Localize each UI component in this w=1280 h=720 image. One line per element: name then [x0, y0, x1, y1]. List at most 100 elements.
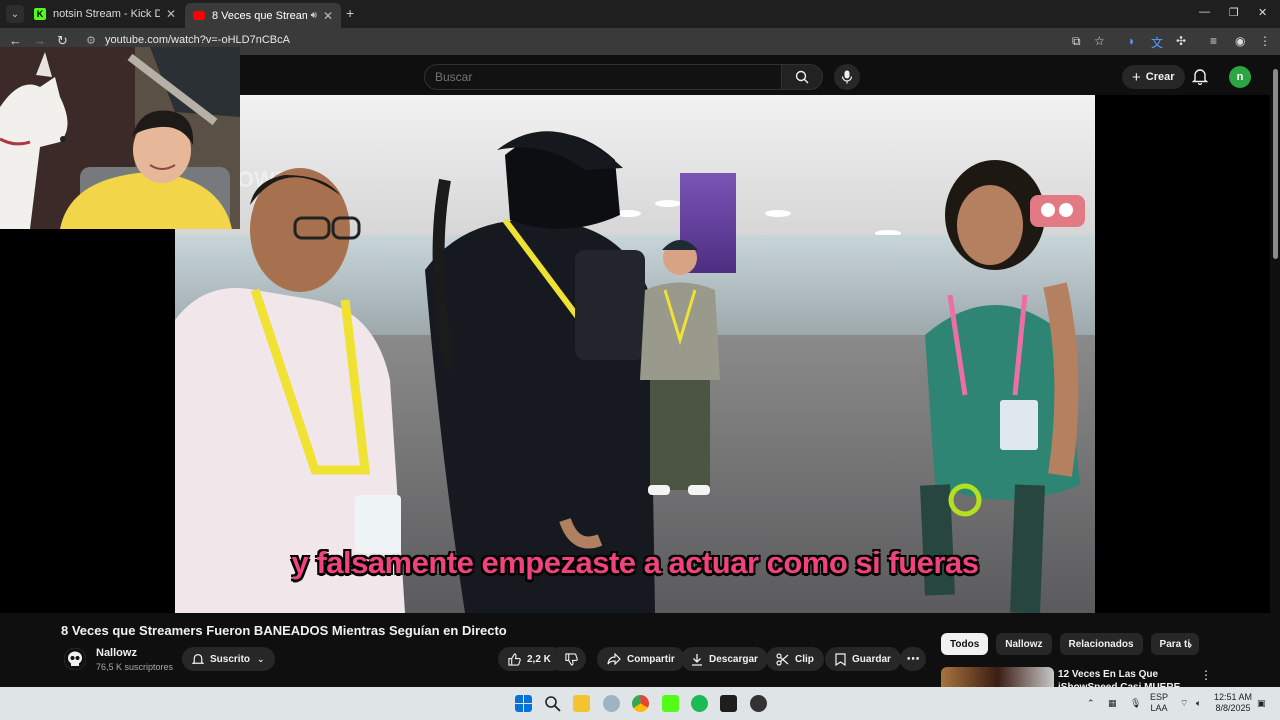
save-button[interactable]: Guardar: [825, 647, 901, 671]
more-horizontal-icon: ⋯: [906, 651, 920, 666]
bookmark-icon: [835, 652, 846, 666]
subscribed-label: Suscrito: [210, 653, 251, 665]
related-chips: Todos Nallowz Relacionados Para ti: [941, 633, 1207, 655]
site-info-icon[interactable]: ⚙: [86, 34, 96, 47]
language-code: ESP: [1150, 692, 1169, 702]
close-window-icon[interactable]: ✕: [1258, 6, 1267, 19]
search-icon: [795, 70, 809, 84]
webcam-overlay: [0, 47, 240, 229]
tab-search-button[interactable]: ⌄: [6, 5, 24, 23]
forward-icon[interactable]: →: [33, 33, 46, 48]
kick-icon: K: [34, 8, 46, 20]
tray-overflow-icon[interactable]: ⌃: [1087, 698, 1095, 709]
volume-icon[interactable]: 🔈︎: [1196, 698, 1201, 709]
create-button[interactable]: + Crear: [1122, 65, 1185, 89]
voice-search-button[interactable]: [834, 64, 860, 90]
tab-youtube-video[interactable]: 8 Veces que Streamers Fuer 🔊︎ ✕: [185, 3, 341, 28]
back-icon[interactable]: ←: [9, 33, 22, 48]
bookmark-star-icon[interactable]: ☆: [1094, 34, 1105, 48]
subscriber-count: 76,5 K suscriptores: [96, 662, 174, 672]
close-tab-icon[interactable]: ✕: [166, 7, 176, 21]
share-button[interactable]: Compartir: [597, 647, 685, 671]
thumbs-up-icon: [508, 652, 521, 666]
search-icon[interactable]: [544, 695, 561, 712]
create-label: Crear: [1145, 71, 1175, 83]
notifications-bell-icon[interactable]: [1192, 68, 1208, 85]
dislike-button[interactable]: [557, 647, 586, 671]
kick-app-icon[interactable]: [662, 695, 679, 712]
tray-microphone-icon[interactable]: 🎙︎: [1130, 698, 1141, 709]
video-frame[interactable]: OWZ y falsamente empezaste a actuar como…: [175, 95, 1095, 613]
thumbs-down-icon: [565, 652, 578, 666]
scissors-icon: [776, 652, 789, 666]
save-label: Guardar: [852, 653, 891, 665]
obs-icon[interactable]: [750, 695, 767, 712]
wifi-icon[interactable]: ⌔: [1180, 698, 1188, 709]
video-title: 8 Veces que Streamers Fueron BANEADOS Mi…: [61, 623, 507, 638]
url-text: youtube.com/watch?v=-oHLD7nCBcA: [105, 34, 290, 46]
like-button[interactable]: 2,2 K: [498, 647, 563, 671]
browser-menu-icon[interactable]: ⋮: [1259, 34, 1271, 48]
clock-time: 12:51 AM: [1214, 692, 1253, 702]
speaker-icon[interactable]: 🔊︎: [311, 10, 317, 21]
minimize-icon[interactable]: —: [1199, 6, 1210, 18]
reading-list-icon[interactable]: ≡: [1210, 34, 1217, 48]
account-avatar[interactable]: n: [1229, 66, 1251, 88]
plus-icon: +: [1132, 68, 1141, 86]
scrollbar-thumb[interactable]: [1273, 69, 1278, 259]
clip-button[interactable]: Clip: [766, 647, 824, 671]
share-label: Compartir: [627, 653, 675, 665]
clock[interactable]: 12:51 AM 8/8/2025: [1214, 692, 1252, 714]
close-tab-icon[interactable]: ✕: [323, 9, 333, 23]
channel-name[interactable]: Nallowz: [96, 647, 137, 659]
youtube-icon: [193, 11, 205, 20]
windows-taskbar: ⌃ ▦ 🎙︎ ESP LAA ⌔ 🔈︎ 12:51 AM 8/8/2025 ▣: [0, 687, 1280, 720]
extension-translate-icon[interactable]: 文: [1151, 34, 1163, 51]
language-indicator[interactable]: ESP LAA: [1150, 692, 1168, 714]
chevron-down-icon: ⌄: [257, 653, 265, 664]
extension-audio-icon[interactable]: ◗: [1128, 34, 1135, 48]
tab-title: 8 Veces que Streamers Fuer: [212, 9, 307, 22]
tab-kick-dashboard[interactable]: K notsin Stream - Kick Dashboard ✕: [26, 3, 184, 25]
windows-start-icon[interactable]: [515, 695, 532, 712]
profile-icon[interactable]: ◉: [1235, 34, 1245, 48]
video-subtitle: y falsamente empezaste a actuar como si …: [291, 545, 979, 580]
download-button[interactable]: Descargar: [681, 647, 768, 671]
terminal-icon[interactable]: [720, 695, 737, 712]
search-button[interactable]: [781, 64, 823, 90]
clip-label: Clip: [795, 653, 814, 665]
search-box[interactable]: [424, 64, 782, 90]
chevron-right-icon[interactable]: ›: [1188, 637, 1192, 652]
clock-date: 8/8/2025: [1215, 703, 1251, 713]
search-input[interactable]: [435, 70, 755, 84]
recommendation-menu-icon[interactable]: ⋮: [1200, 668, 1212, 682]
chip-todos[interactable]: Todos: [941, 633, 989, 655]
more-actions-button[interactable]: ⋯: [900, 647, 926, 671]
extensions-puzzle-icon[interactable]: ✣: [1176, 34, 1186, 48]
file-explorer-icon[interactable]: [573, 695, 590, 712]
page-scrollbar[interactable]: [1270, 55, 1280, 687]
chip-nallowz[interactable]: Nallowz: [996, 633, 1052, 655]
download-icon: [692, 653, 702, 666]
person-background: [640, 240, 720, 495]
share-icon: [607, 653, 621, 665]
subscribed-button[interactable]: Suscrito ⌄: [182, 647, 275, 671]
bell-icon: [192, 653, 204, 664]
webcam-scene: [0, 47, 240, 229]
tray-network-app-icon[interactable]: ▦: [1108, 698, 1117, 709]
keyboard-layout: LAA: [1150, 703, 1168, 713]
edge-icon[interactable]: [603, 695, 620, 712]
download-label: Descargar: [709, 653, 758, 665]
skull-icon: [64, 648, 86, 670]
tab-title: notsin Stream - Kick Dashboard: [53, 8, 160, 20]
chip-relacionados[interactable]: Relacionados: [1059, 633, 1143, 655]
browser-tab-bar: ⌄ K notsin Stream - Kick Dashboard ✕ 8 V…: [0, 0, 1280, 28]
recommendation-thumbnail[interactable]: [941, 667, 1054, 689]
maximize-icon[interactable]: ❐: [1229, 6, 1239, 19]
spotify-icon[interactable]: [691, 695, 708, 712]
install-app-icon[interactable]: ⧉: [1072, 34, 1081, 49]
new-tab-button[interactable]: +: [346, 5, 354, 21]
notification-center-icon[interactable]: ▣: [1257, 698, 1266, 709]
channel-avatar[interactable]: [64, 648, 86, 670]
chrome-icon[interactable]: [632, 695, 649, 712]
